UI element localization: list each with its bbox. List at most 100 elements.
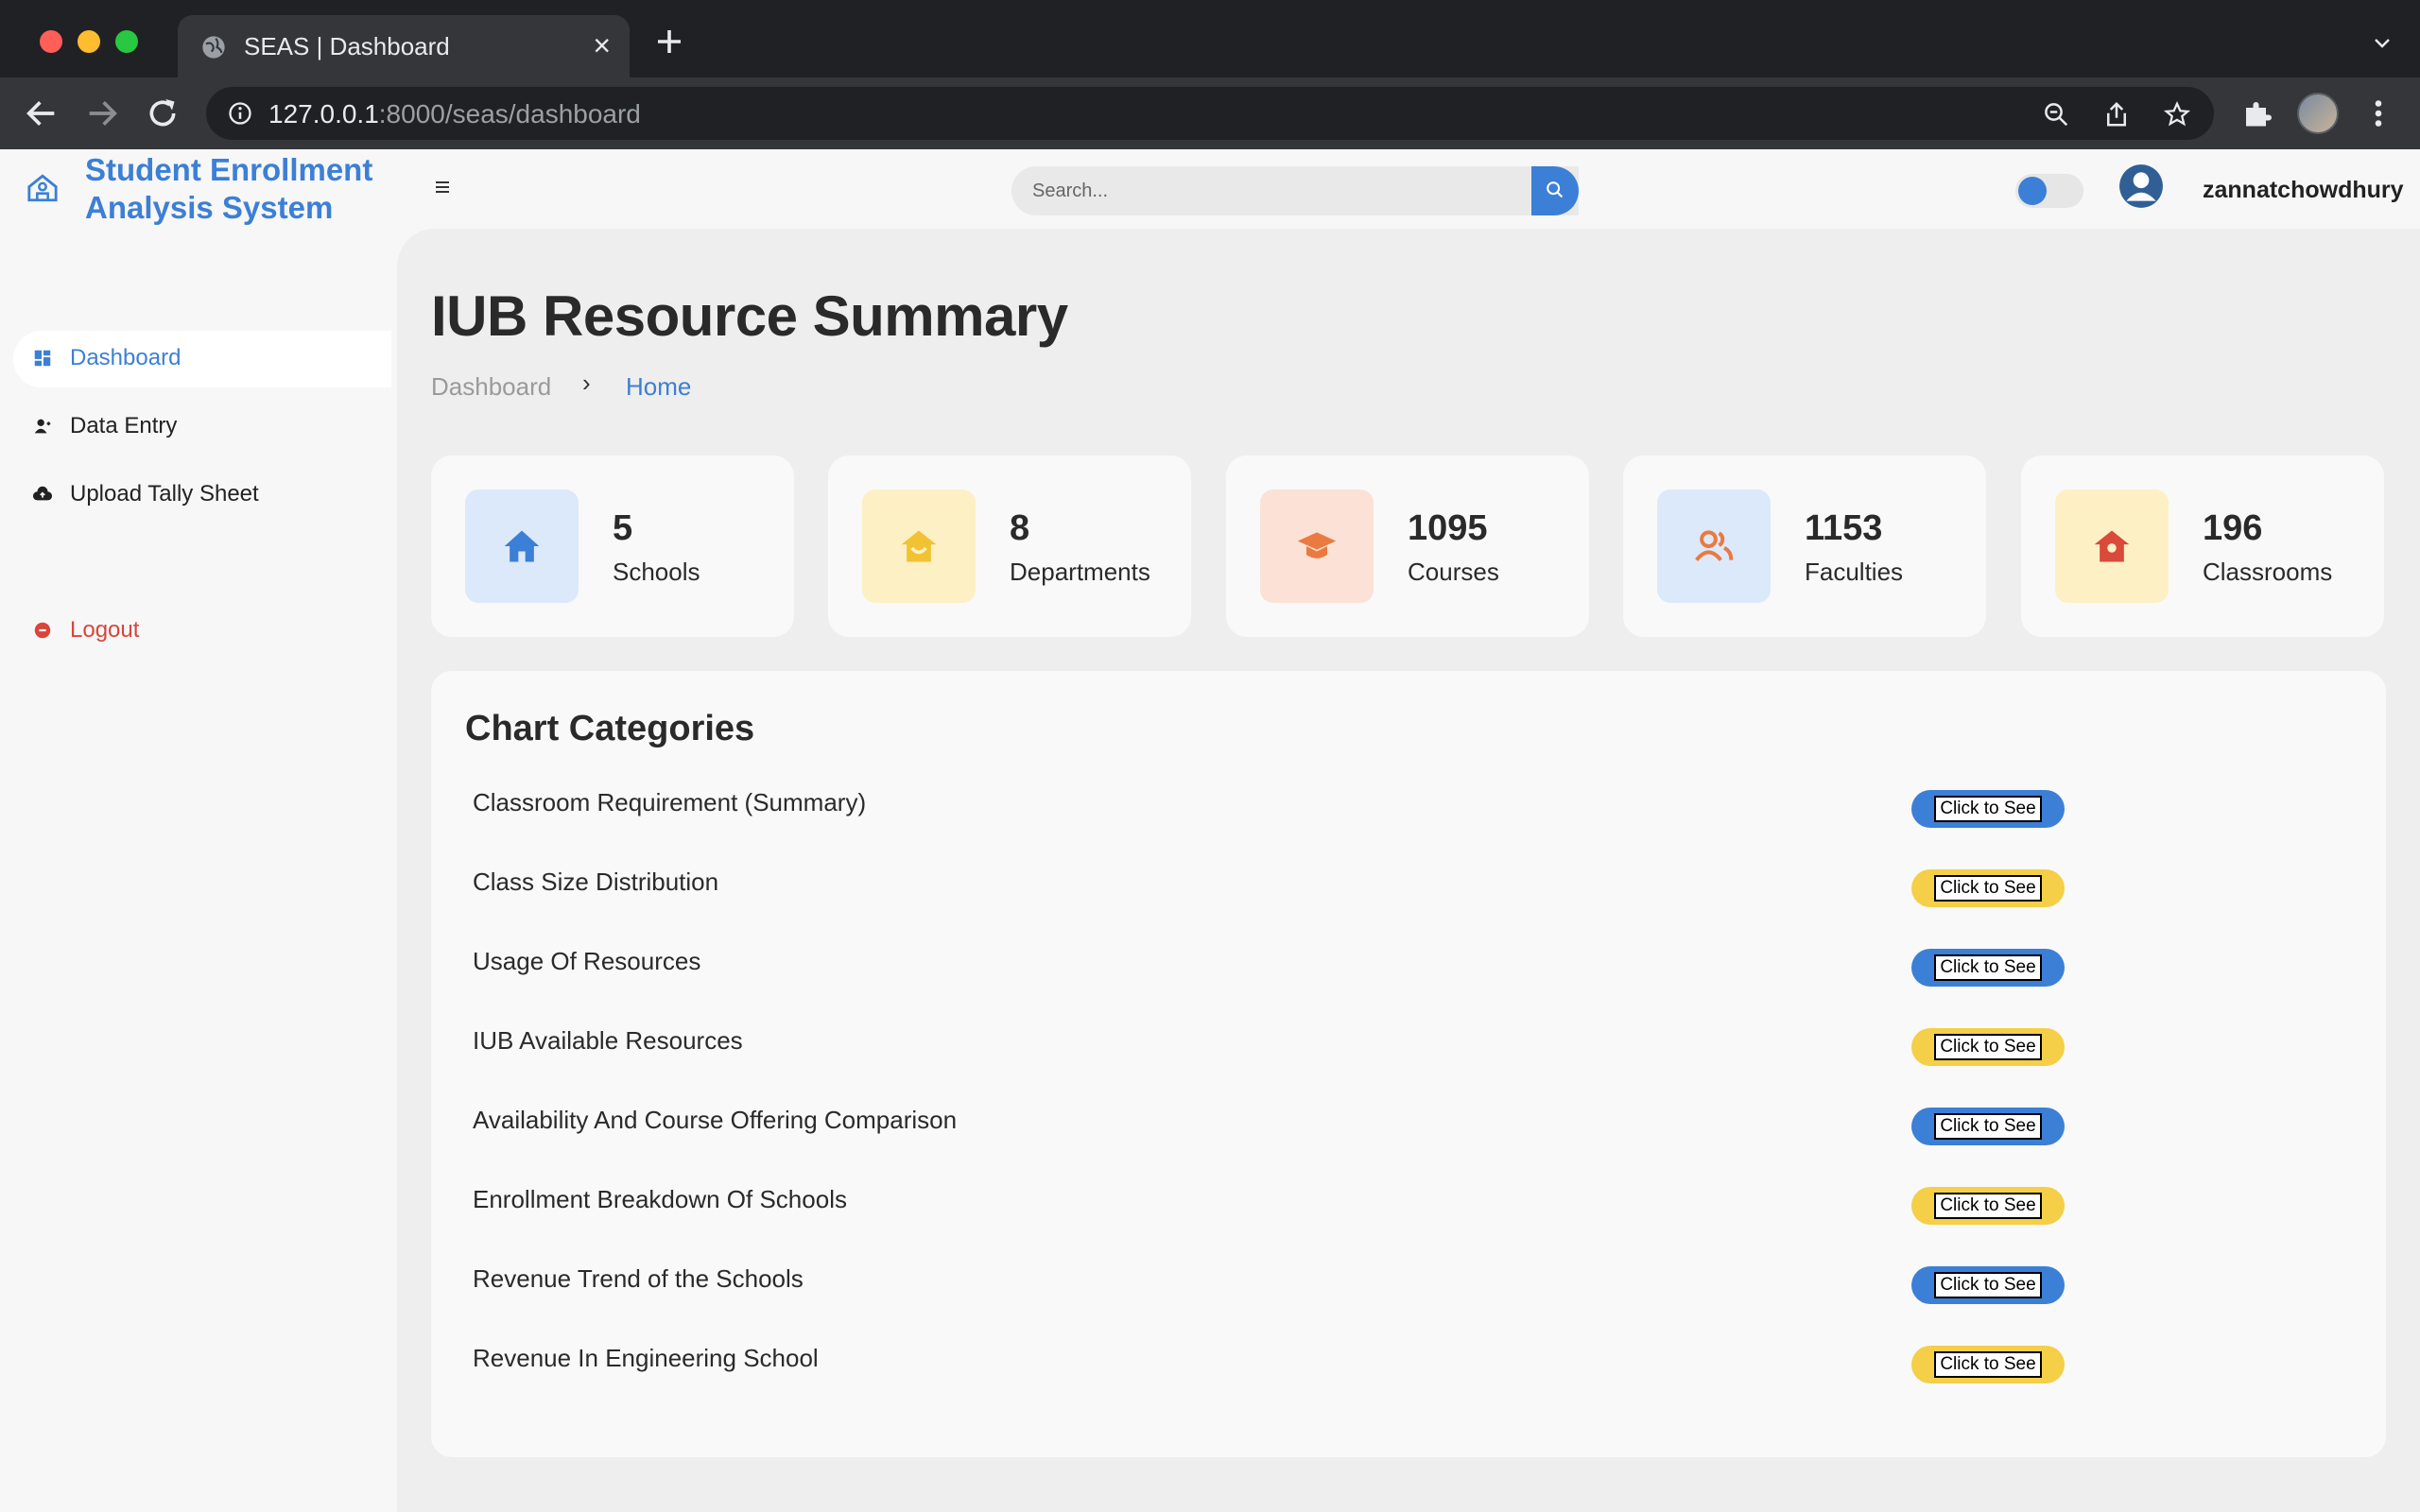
url-text: 127.0.0.1:8000/seas/dashboard — [268, 99, 641, 129]
stat-value: 196 — [2203, 508, 2263, 548]
sidebar-item-data-entry[interactable]: Data Entry — [13, 399, 391, 455]
stat-value: 5 — [613, 508, 633, 548]
sidebar-item-dashboard[interactable]: Dashboard — [13, 331, 391, 387]
minimize-window-button[interactable] — [78, 30, 100, 53]
dashboard-grid-icon — [34, 350, 51, 367]
breadcrumb-separator-icon: › — [582, 369, 591, 397]
click-to-see-button[interactable]: Click to See — [1911, 1266, 2065, 1304]
maximize-window-button[interactable] — [115, 30, 138, 53]
stat-label: Courses — [1408, 558, 1499, 586]
list-item: Availability And Course Offering Compari… — [473, 1092, 2080, 1149]
category-label: Classroom Requirement (Summary) — [473, 788, 867, 816]
search-input[interactable] — [1011, 166, 1579, 215]
stat-value: 1095 — [1408, 508, 1488, 548]
brand-title[interactable]: Student Enrollment Analysis System — [85, 151, 397, 227]
click-to-see-button[interactable]: Click to See — [1911, 1346, 2065, 1383]
zoom-out-icon[interactable] — [2042, 100, 2070, 129]
click-to-see-button[interactable]: Click to See — [1911, 1108, 2065, 1145]
stat-icon-box — [465, 490, 579, 603]
menu-toggle-icon[interactable] — [431, 176, 454, 198]
sidebar-item-label: Upload Tally Sheet — [70, 481, 259, 507]
chart-categories-panel: Chart Categories Classroom Requirement (… — [431, 671, 2386, 1457]
profile-avatar-icon[interactable] — [2297, 93, 2339, 134]
stat-card-faculties: 1153 Faculties — [1623, 455, 1986, 637]
tab-close-icon[interactable]: × — [593, 28, 611, 62]
browser-tab-strip: SEAS | Dashboard × — [0, 0, 2420, 77]
user-avatar-icon[interactable] — [2118, 163, 2165, 210]
stat-label: Departments — [1010, 558, 1150, 586]
click-to-see-button[interactable]: Click to See — [1911, 1187, 2065, 1225]
share-icon[interactable] — [2102, 100, 2131, 129]
sidebar-item-upload-tally-sheet[interactable]: Upload Tally Sheet — [13, 467, 391, 524]
list-item: Revenue Trend of the Schools Click to Se… — [473, 1251, 2080, 1308]
username[interactable]: zannatchowdhury — [2203, 177, 2404, 204]
department-icon — [901, 530, 937, 562]
stat-card-schools: 5 Schools — [431, 455, 794, 637]
click-to-see-inner[interactable]: Click to See — [1934, 875, 2042, 902]
category-label: Revenue In Engineering School — [473, 1344, 819, 1372]
main-content: IUB Resource Summary Dashboard › Home 5 … — [397, 229, 2420, 1512]
stat-card-courses: 1095 Courses — [1226, 455, 1589, 637]
back-arrow-icon[interactable] — [23, 94, 60, 132]
click-to-see-inner[interactable]: Click to See — [1934, 1193, 2042, 1219]
search-icon — [1547, 181, 1564, 198]
category-label: Revenue Trend of the Schools — [473, 1264, 804, 1293]
list-item: Class Size Distribution Click to See — [473, 854, 2080, 911]
classroom-icon — [2094, 530, 2130, 562]
extensions-puzzle-icon[interactable] — [2240, 96, 2274, 130]
chevron-down-icon[interactable] — [2371, 32, 2394, 55]
click-to-see-button[interactable]: Click to See — [1911, 1028, 2065, 1066]
home-icon — [504, 530, 540, 562]
sidebar-item-logout[interactable]: Logout — [13, 603, 391, 660]
user-entry-icon — [34, 419, 51, 434]
globe-icon — [202, 36, 225, 59]
stat-label: Schools — [613, 558, 700, 586]
address-bar[interactable]: 127.0.0.1:8000/seas/dashboard — [206, 87, 2214, 140]
breadcrumb-home[interactable]: Home — [626, 372, 691, 402]
list-item: IUB Available Resources Click to See — [473, 1013, 2080, 1070]
cloud-upload-icon — [32, 486, 53, 501]
sidebar-item-label: Dashboard — [70, 345, 182, 370]
click-to-see-inner[interactable]: Click to See — [1934, 1113, 2042, 1140]
app-header: Student Enrollment Analysis System zanna… — [0, 149, 2420, 229]
category-label: Class Size Distribution — [473, 868, 719, 896]
close-window-button[interactable] — [40, 30, 62, 53]
list-item: Usage Of Resources Click to See — [473, 934, 2080, 990]
click-to-see-button[interactable]: Click to See — [1911, 790, 2065, 828]
school-logo-icon — [27, 174, 58, 202]
new-tab-icon[interactable] — [652, 25, 686, 59]
click-to-see-inner[interactable]: Click to See — [1934, 1351, 2042, 1378]
list-item: Revenue In Engineering School Click to S… — [473, 1331, 2080, 1387]
click-to-see-inner[interactable]: Click to See — [1934, 1034, 2042, 1060]
page-title: IUB Resource Summary — [431, 284, 1068, 348]
list-item: Enrollment Breakdown Of Schools Click to… — [473, 1172, 2080, 1228]
click-to-see-button[interactable]: Click to See — [1911, 869, 2065, 907]
stat-card-departments: 8 Departments — [828, 455, 1191, 637]
theme-toggle[interactable] — [2015, 174, 2083, 208]
breadcrumb-dashboard[interactable]: Dashboard — [431, 372, 551, 402]
browser-tab[interactable]: SEAS | Dashboard × — [178, 15, 630, 77]
panel-title: Chart Categories — [465, 709, 755, 748]
list-item: Classroom Requirement (Summary) Click to… — [473, 775, 2080, 832]
stat-icon-box — [1657, 490, 1771, 603]
category-label: Enrollment Breakdown Of Schools — [473, 1185, 847, 1213]
click-to-see-inner[interactable]: Click to See — [1934, 1272, 2042, 1298]
logout-icon — [34, 622, 51, 639]
forward-arrow-icon[interactable] — [83, 94, 121, 132]
search-button[interactable] — [1531, 166, 1579, 215]
logout-label: Logout — [70, 617, 140, 643]
stat-card-classrooms: 196 Classrooms — [2021, 455, 2384, 637]
more-vertical-icon[interactable] — [2361, 96, 2395, 130]
tab-title: SEAS | Dashboard — [244, 32, 450, 60]
category-label: Availability And Course Offering Compari… — [473, 1106, 958, 1134]
click-to-see-inner[interactable]: Click to See — [1934, 796, 2042, 822]
click-to-see-button[interactable]: Click to See — [1911, 949, 2065, 987]
bookmark-star-icon[interactable] — [2163, 100, 2191, 129]
stat-icon-box — [2055, 490, 2169, 603]
stat-label: Faculties — [1805, 558, 1904, 586]
reload-icon[interactable] — [144, 94, 182, 132]
click-to-see-inner[interactable]: Click to See — [1934, 954, 2042, 981]
info-icon[interactable] — [227, 100, 253, 127]
stat-icon-box — [862, 490, 976, 603]
graduation-cap-icon — [1297, 532, 1337, 558]
